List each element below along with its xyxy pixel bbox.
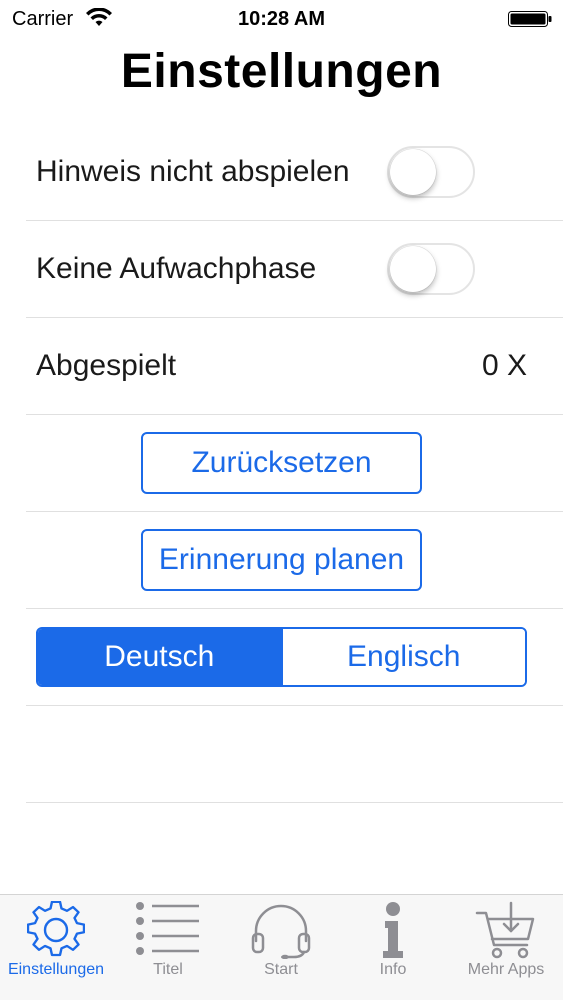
tab-mehr-apps[interactable]: Mehr Apps [450,895,562,1000]
headphones-icon [251,904,311,959]
language-row: Deutsch Englisch [26,609,563,706]
schedule-reminder-button[interactable]: Erinnerung planen [141,529,422,591]
wake-setting-label: Keine Aufwachphase [36,252,317,285]
tab-titel[interactable]: Titel [112,895,224,1000]
battery-icon [508,11,552,27]
hint-setting-row: Hinweis nicht abspielen [26,124,563,221]
status-bar: Carrier 10:28 AM [0,0,563,40]
language-segmented-control: Deutsch Englisch [36,627,527,687]
language-option-englisch[interactable]: Englisch [280,629,525,685]
status-time: 10:28 AM [237,8,326,30]
gear-icon [27,901,85,957]
hint-setting-label: Hinweis nicht abspielen [36,155,350,188]
toggle-knob [390,246,436,292]
played-label: Abgespielt [36,349,177,382]
list-icon [136,902,199,955]
reset-button[interactable]: Zurücksetzen [141,432,422,494]
language-option-deutsch[interactable]: Deutsch [38,629,281,685]
toggle-knob [390,149,436,195]
tab-bar: Einstellungen Titel Start Info Mehr Apps [0,894,563,1000]
hint-toggle[interactable] [387,146,475,198]
wake-toggle[interactable] [387,243,475,295]
reminder-row: Erinnerung planen [26,512,563,609]
tab-label: Info [379,961,407,978]
empty-row [26,706,563,803]
page-title: Einstellungen [120,45,443,98]
tab-info[interactable]: Info [337,895,449,1000]
cart-icon [475,901,535,959]
tab-label: Einstellungen [7,961,105,978]
info-icon [383,902,403,958]
tab-label: Mehr Apps [467,961,545,978]
tab-einstellungen[interactable]: Einstellungen [0,895,112,1000]
reset-row: Zurücksetzen [26,415,563,512]
wake-setting-row: Keine Aufwachphase [26,221,563,318]
played-count: 0 X [481,349,527,382]
played-row: Abgespielt 0 X [26,318,563,415]
tab-label: Titel [153,961,183,978]
tab-label: Start [264,961,298,978]
tab-start[interactable]: Start [225,895,337,1000]
